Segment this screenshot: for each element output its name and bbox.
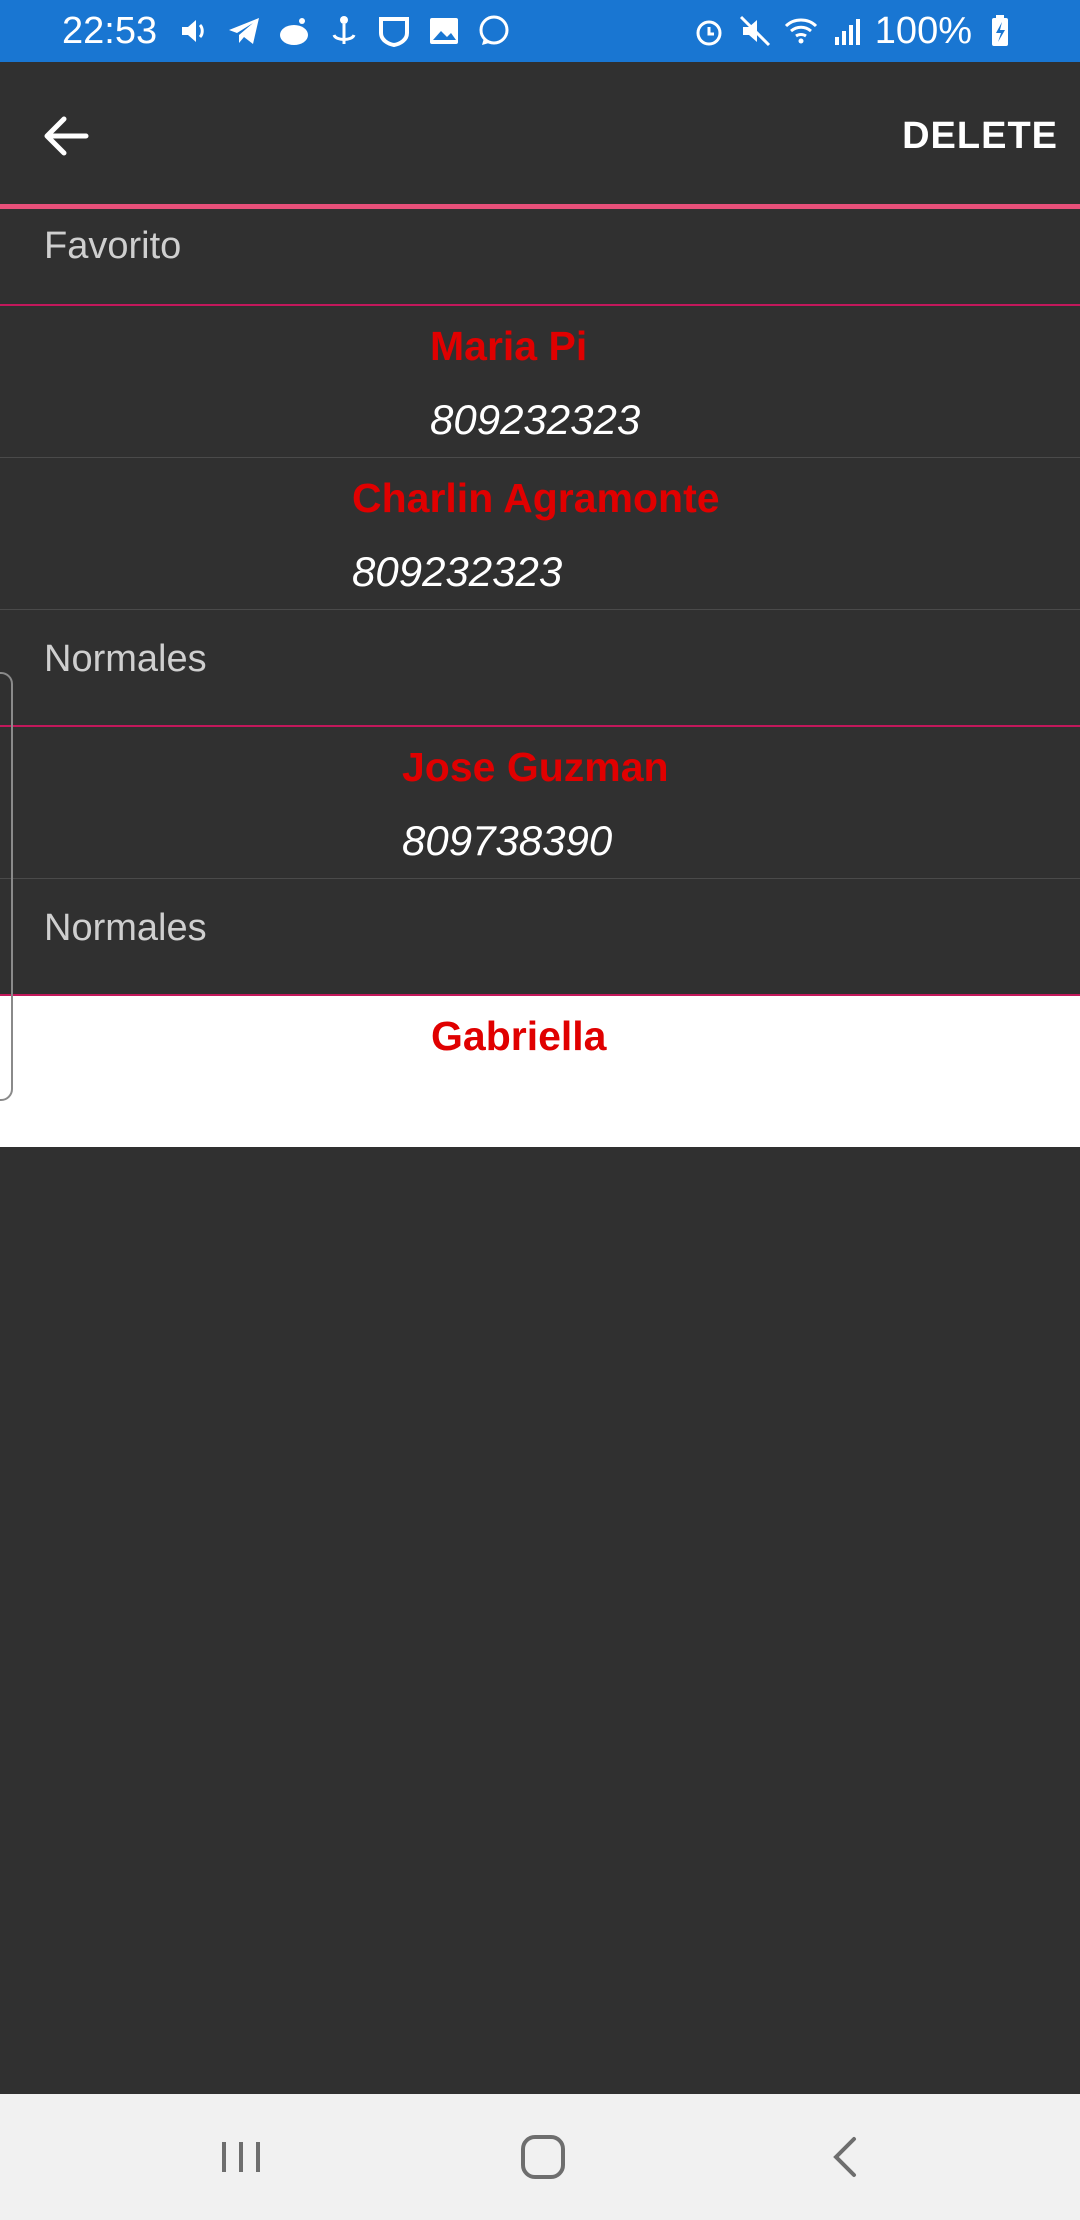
navigation-bar bbox=[0, 2094, 1080, 2220]
contact-phone: 809232323 bbox=[430, 396, 641, 443]
mute-icon bbox=[737, 13, 773, 49]
back-arrow-icon[interactable] bbox=[34, 104, 98, 168]
wifi-icon bbox=[783, 13, 819, 49]
shield-icon bbox=[376, 13, 412, 49]
contact-row[interactable]: Maria Pi 809232323 bbox=[0, 306, 1080, 458]
section-header-label: Normales bbox=[44, 638, 207, 680]
alarm-icon bbox=[691, 13, 727, 49]
telegram-icon bbox=[226, 13, 262, 49]
contact-phone: 809738390 bbox=[402, 817, 613, 864]
contact-row[interactable]: Jose Guzman 809738390 bbox=[0, 727, 1080, 879]
section-header-label: Normales bbox=[44, 907, 207, 949]
signal-icon bbox=[829, 13, 865, 49]
home-icon[interactable] bbox=[513, 2127, 573, 2187]
contact-phone: 809232323 bbox=[352, 548, 563, 595]
system-icons: 100% bbox=[691, 10, 1018, 52]
contact-row[interactable]: Gabriella bbox=[0, 996, 1080, 1147]
volume-icon bbox=[176, 13, 212, 49]
section-header-normales: Normales bbox=[0, 879, 1080, 996]
contact-name: Maria Pi bbox=[430, 323, 588, 369]
whatsapp-icon bbox=[476, 13, 512, 49]
contact-name: Jose Guzman bbox=[402, 744, 669, 790]
gallery-icon bbox=[426, 13, 462, 49]
section-header-label: Favorito bbox=[44, 225, 182, 267]
status-time: 22:53 bbox=[62, 10, 158, 52]
contact-row[interactable]: Charlin Agramonte 809232323 bbox=[0, 458, 1080, 610]
recent-apps-icon[interactable] bbox=[211, 2127, 271, 2187]
section-header-normales: Normales bbox=[0, 610, 1080, 727]
battery-icon bbox=[982, 13, 1018, 49]
edge-panel-handle[interactable] bbox=[0, 672, 13, 1101]
contact-name: Charlin Agramonte bbox=[352, 475, 720, 521]
app-bar: DELETE bbox=[0, 62, 1080, 204]
anchor-icon bbox=[326, 13, 362, 49]
contact-list: Favorito Maria Pi 809232323 Charlin Agra… bbox=[0, 209, 1080, 1147]
section-header-favorito: Favorito bbox=[0, 209, 1080, 306]
back-icon[interactable] bbox=[816, 2127, 876, 2187]
status-bar: 22:53 100% bbox=[0, 0, 1080, 62]
notification-icons bbox=[176, 13, 512, 49]
delete-button[interactable]: DELETE bbox=[902, 114, 1058, 158]
battery-percentage: 100% bbox=[874, 10, 972, 52]
contact-name: Gabriella bbox=[431, 1013, 607, 1059]
reddit-icon bbox=[276, 13, 312, 49]
